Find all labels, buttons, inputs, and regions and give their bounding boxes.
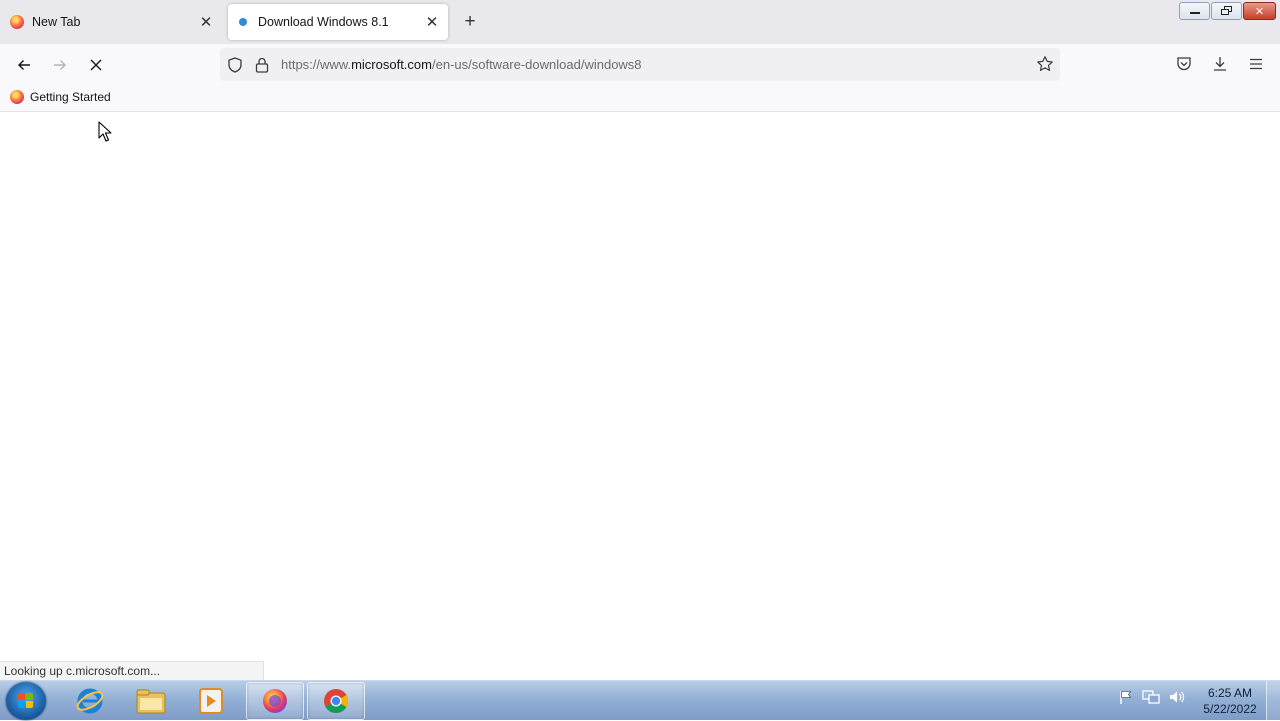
close-tab-icon[interactable]: ✕ xyxy=(424,14,440,31)
internet-explorer-icon xyxy=(76,688,104,714)
navigation-toolbar: https://www.microsoft.com/en-us/software… xyxy=(0,44,1280,86)
windows-logo-icon xyxy=(18,693,34,709)
forward-button[interactable] xyxy=(47,52,73,78)
clock-date: 5/22/2022 xyxy=(1203,702,1257,716)
chrome-icon xyxy=(324,689,349,713)
taskbar-windows-explorer[interactable] xyxy=(122,682,180,720)
taskbar-media-player[interactable] xyxy=(182,682,240,720)
minimize-button[interactable] xyxy=(1179,2,1210,20)
clock[interactable]: 6:25 AM 5/22/2022 xyxy=(1200,685,1260,717)
show-desktop-button[interactable] xyxy=(1266,681,1280,721)
minimize-icon xyxy=(1189,12,1200,14)
status-panel: Looking up c.microsoft.com... xyxy=(0,661,264,680)
taskbar-chrome[interactable] xyxy=(307,682,365,720)
lock-icon[interactable] xyxy=(254,56,270,74)
firefox-icon xyxy=(263,689,287,713)
firefox-icon xyxy=(10,15,24,29)
page-content xyxy=(0,113,1280,680)
url-text[interactable]: https://www.microsoft.com/en-us/software… xyxy=(281,57,642,72)
bookmarks-toolbar: Getting Started xyxy=(0,86,1280,112)
url-prefix: https://www. xyxy=(281,57,352,72)
url-bar[interactable]: https://www.microsoft.com/en-us/software… xyxy=(220,48,1060,81)
microsoft-icon xyxy=(239,18,247,26)
url-path: /en-us/software-download/windows8 xyxy=(431,57,642,72)
network-icon[interactable] xyxy=(1142,689,1160,705)
mouse-cursor-icon xyxy=(98,121,112,142)
url-host: microsoft.com xyxy=(351,57,432,72)
window-controls: ✕ xyxy=(1179,2,1276,20)
close-window-button[interactable]: ✕ xyxy=(1243,2,1276,20)
stop-icon xyxy=(90,59,102,71)
windows-explorer-icon xyxy=(136,689,166,714)
back-arrow-icon xyxy=(18,60,30,70)
shield-icon[interactable] xyxy=(226,56,244,74)
start-button[interactable] xyxy=(6,682,46,720)
back-button[interactable] xyxy=(11,52,37,78)
forward-arrow-icon xyxy=(54,60,66,70)
new-tab-button[interactable]: + xyxy=(459,11,481,33)
restore-icon xyxy=(1220,6,1232,15)
close-icon: ✕ xyxy=(1254,5,1265,18)
stop-loading-button[interactable] xyxy=(83,52,109,78)
restore-button[interactable] xyxy=(1211,2,1242,20)
tab-new-tab[interactable]: New Tab ✕ xyxy=(2,4,222,40)
media-player-icon xyxy=(199,688,223,714)
clock-time: 6:25 AM xyxy=(1207,686,1253,700)
close-tab-icon[interactable]: ✕ xyxy=(198,14,214,31)
tab-strip: New Tab ✕ Download Windows 8.1 ✕ + ✕ xyxy=(0,0,1280,44)
tab-label: Download Windows 8.1 xyxy=(258,15,389,29)
system-tray xyxy=(1118,689,1186,705)
bookmark-star-icon[interactable] xyxy=(1036,55,1054,73)
action-center-flag-icon[interactable] xyxy=(1118,689,1134,705)
pocket-icon[interactable] xyxy=(1175,55,1193,73)
bookmark-label: Getting Started xyxy=(30,90,111,104)
taskbar-firefox[interactable] xyxy=(246,682,304,720)
firefox-icon xyxy=(10,90,24,104)
tab-label: New Tab xyxy=(32,15,81,29)
hamburger-menu-icon[interactable] xyxy=(1248,56,1264,72)
tab-download-windows[interactable]: Download Windows 8.1 ✕ xyxy=(228,4,448,40)
taskbar-internet-explorer[interactable] xyxy=(61,682,119,720)
volume-icon[interactable] xyxy=(1168,689,1186,705)
bookmark-getting-started[interactable]: Getting Started xyxy=(10,90,111,104)
download-icon[interactable] xyxy=(1211,55,1229,73)
taskbar: 6:25 AM 5/22/2022 xyxy=(0,680,1280,721)
